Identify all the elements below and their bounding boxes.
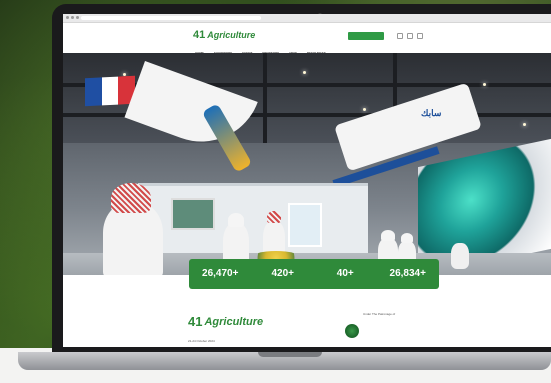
ceiling-light xyxy=(363,108,366,111)
logo-number: 41 xyxy=(193,29,206,41)
stat-value: 40+ xyxy=(336,267,354,279)
stat-value: 420+ xyxy=(271,267,295,279)
ceiling-light xyxy=(303,71,306,74)
visitor-headwear xyxy=(401,233,413,243)
visitor-headwear xyxy=(111,183,151,213)
logo-number: 41 xyxy=(188,314,203,329)
stat-item: 40+ xyxy=(314,259,377,289)
header-icons xyxy=(397,33,423,39)
logo-text: Agriculture xyxy=(204,315,264,328)
social-icon[interactable] xyxy=(417,33,423,39)
event-logo: 41 Agriculture xyxy=(188,314,263,329)
hero-image: سابك xyxy=(63,53,551,275)
visitor-figure xyxy=(451,243,469,269)
ceiling-light xyxy=(483,83,486,86)
laptop-opening-notch xyxy=(258,352,322,357)
visitor-headwear xyxy=(228,213,244,227)
patron-logo xyxy=(341,324,359,338)
booth-sign: سابك xyxy=(421,108,442,118)
stat-value: 26,470+ xyxy=(202,267,239,279)
visitor-headwear xyxy=(381,230,395,241)
flag-france xyxy=(85,75,136,107)
window-dot[interactable] xyxy=(76,16,79,19)
register-button[interactable] xyxy=(348,32,384,40)
social-icon[interactable] xyxy=(407,33,413,39)
site-logo[interactable]: 41 Agriculture xyxy=(193,29,255,41)
logo-text: Agriculture xyxy=(207,30,256,40)
visitor-figure xyxy=(103,203,163,275)
window-dot[interactable] xyxy=(66,16,69,19)
event-date: 21-24 October 2024 xyxy=(188,339,215,343)
stat-item: 26,470+ xyxy=(189,259,252,289)
stat-item: 420+ xyxy=(252,259,315,289)
browser-toolbar xyxy=(63,14,551,23)
ceiling-beam xyxy=(263,53,267,143)
stat-item: 26,834+ xyxy=(377,259,440,289)
ceiling-light xyxy=(523,123,526,126)
visitor-headwear xyxy=(267,211,281,223)
site-header: 41 Agriculture HOME EXHIBITORS EVENT SPO… xyxy=(63,23,551,55)
booth-monitor xyxy=(171,198,215,230)
window-dot[interactable] xyxy=(71,16,74,19)
stats-bar: 26,470+ 420+ 40+ 26,834+ xyxy=(189,259,439,289)
ministry-emblem-icon xyxy=(345,324,359,338)
social-icon[interactable] xyxy=(397,33,403,39)
patron-label: Under The Patronage of xyxy=(363,312,396,316)
address-bar[interactable] xyxy=(81,16,261,20)
stat-value: 26,834+ xyxy=(389,267,426,279)
laptop-screen: 41 Agriculture HOME EXHIBITORS EVENT SPO… xyxy=(63,14,551,347)
booth-monitor xyxy=(288,203,322,247)
